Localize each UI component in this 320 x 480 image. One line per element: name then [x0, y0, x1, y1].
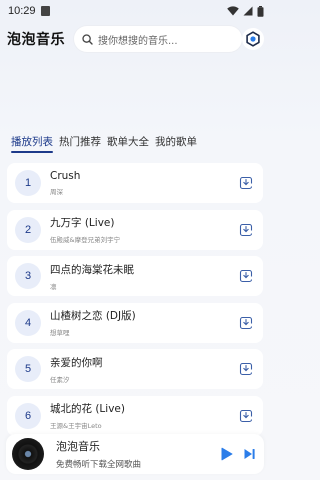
settings-button[interactable] [242, 28, 264, 50]
download-icon[interactable] [239, 269, 253, 283]
list-item[interactable]: 5 亲爱的你啊 任素汐 [7, 349, 263, 389]
mini-player[interactable]: 泡泡音乐 免费畅听下载全网歌曲 [6, 434, 264, 474]
song-title: 九万字 (Live) [50, 217, 115, 229]
download-icon[interactable] [239, 409, 253, 423]
app-title: 泡泡音乐 [7, 32, 65, 48]
song-number: 4 [15, 309, 41, 336]
tab-collections[interactable]: 歌单大全 [107, 134, 149, 153]
search-bar[interactable]: 搜你想搜的音乐... [74, 26, 243, 52]
song-artist: 想草哩 [50, 329, 70, 337]
song-number: 2 [15, 216, 41, 243]
song-artist: 任素汐 [50, 375, 70, 384]
status-time: 10:29 [8, 5, 36, 17]
tab-bar: 播放列表 热门推荐 歌单大全 我的歌单 [11, 134, 197, 153]
status-bar: 10:29 [0, 0, 270, 22]
list-item[interactable]: 1 Crush 周深 [7, 163, 263, 203]
hexagon-settings-icon [246, 31, 260, 47]
next-track-icon[interactable] [243, 448, 256, 460]
song-title: 城北的花 (Live) [50, 403, 125, 415]
song-artist: 伍殿威&摩登兄弟刘宇宁 [50, 236, 121, 244]
list-item[interactable]: 6 城北的花 (Live) 王源&王宇宙Leto [7, 395, 263, 436]
song-title: 亲爱的你啊 [50, 356, 103, 369]
play-icon[interactable] [220, 447, 233, 461]
download-icon[interactable] [239, 176, 253, 190]
tab-my-playlists[interactable]: 我的歌单 [155, 134, 197, 153]
song-title: Crush [50, 170, 81, 182]
header: 泡泡音乐 搜你想搜的音乐... [0, 22, 270, 56]
battery-icon [257, 5, 264, 17]
song-artist: 王源&王宇宙Leto [50, 422, 102, 430]
player-subtitle: 免费畅听下载全网歌曲 [56, 460, 142, 470]
song-number: 1 [15, 170, 41, 196]
signal-icon [243, 6, 253, 16]
tab-hot[interactable]: 热门推荐 [59, 134, 101, 153]
search-placeholder: 搜你想搜的音乐... [98, 35, 178, 47]
song-number: 3 [15, 263, 41, 289]
search-icon [82, 33, 93, 45]
list-item[interactable]: 4 山楂树之恋 (DJ版) 想草哩 [7, 302, 263, 343]
song-number: 5 [15, 356, 41, 382]
wifi-icon [227, 6, 239, 16]
song-artist: 凛 [50, 282, 57, 291]
player-title: 泡泡音乐 [56, 440, 100, 453]
song-artist: 周深 [50, 188, 63, 196]
album-disc-icon [12, 438, 44, 470]
list-item[interactable]: 2 九万字 (Live) 伍殿威&摩登兄弟刘宇宁 [7, 209, 263, 250]
download-icon[interactable] [239, 223, 253, 237]
song-list: 1 Crush 周深 2 九万字 (Live) 伍殿威&摩登兄弟刘宇宁 3 四点… [7, 163, 263, 442]
song-number: 6 [15, 402, 41, 429]
download-icon[interactable] [239, 316, 253, 330]
song-title: 山楂树之恋 (DJ版) [50, 310, 136, 322]
song-title: 四点的海棠花未眠 [50, 263, 134, 276]
download-icon[interactable] [239, 362, 253, 376]
notification-app-icon [40, 6, 50, 16]
list-item[interactable]: 3 四点的海棠花未眠 凛 [7, 256, 263, 296]
tab-playlist[interactable]: 播放列表 [11, 134, 53, 153]
